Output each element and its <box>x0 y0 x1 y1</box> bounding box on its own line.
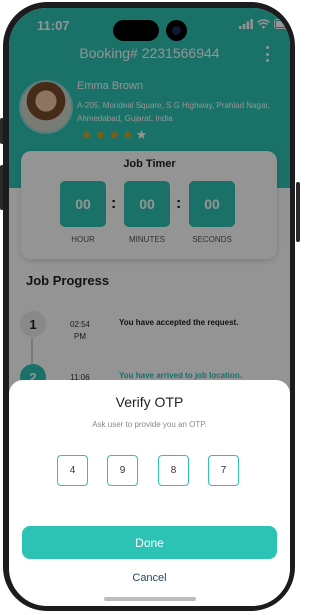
cancel-button[interactable]: Cancel <box>9 572 290 584</box>
home-indicator[interactable] <box>104 597 196 601</box>
phone-frame: 11:07 Booking# 2231566944 Emma Brown A-2… <box>0 0 300 615</box>
verify-otp-title: Verify OTP <box>115 394 184 410</box>
done-button[interactable]: Done <box>22 526 277 559</box>
otp-digit-input[interactable]: 7 <box>208 455 239 486</box>
otp-digit-input[interactable]: 8 <box>158 455 189 486</box>
verify-otp-sheet: Verify OTP Ask user to provide you an OT… <box>9 380 290 606</box>
verify-otp-subtitle: Ask user to provide you an OTP. <box>92 420 207 429</box>
otp-digit-input[interactable]: 9 <box>107 455 138 486</box>
otp-digit-input[interactable]: 4 <box>57 455 88 486</box>
screen: 11:07 Booking# 2231566944 Emma Brown A-2… <box>9 8 290 606</box>
power-button <box>296 182 300 242</box>
